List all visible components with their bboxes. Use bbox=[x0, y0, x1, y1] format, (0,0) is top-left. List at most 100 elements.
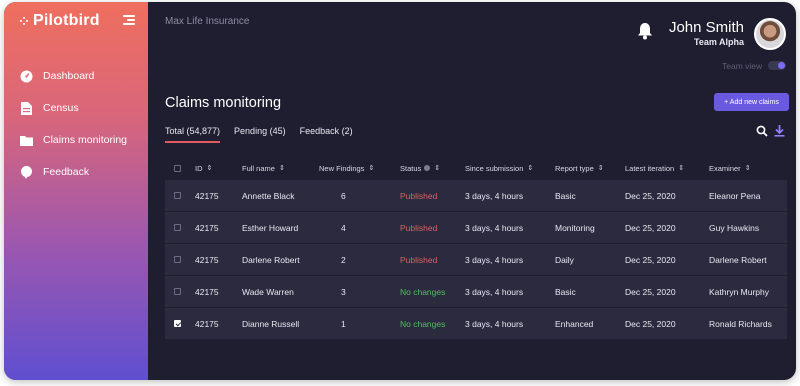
sort-icon: ⇕ bbox=[678, 165, 685, 172]
sort-icon: ⇕ bbox=[527, 165, 534, 172]
cell-id: 42175 bbox=[195, 254, 219, 265]
cell-report-type: Monitoring bbox=[555, 222, 595, 233]
sidebar-item-label: Dashboard bbox=[43, 70, 95, 82]
sort-icon: ⇕ bbox=[744, 165, 751, 172]
table-row[interactable]: 42175 Esther Howard 4 Published 3 days, … bbox=[165, 211, 787, 243]
cell-report-type: Enhanced bbox=[555, 318, 594, 329]
team-view-label: Team view bbox=[722, 61, 763, 71]
cell-full-name: Annette Black bbox=[242, 190, 295, 201]
column-header-id[interactable]: ID ⇕ bbox=[195, 157, 212, 179]
cell-full-name: Wade Warren bbox=[242, 286, 294, 297]
tab-bar: Total (54,877) Pending (45) Feedback (2) bbox=[165, 126, 367, 143]
download-icon[interactable] bbox=[774, 124, 786, 137]
row-checkbox[interactable] bbox=[174, 320, 181, 327]
cell-since-submission: 3 days, 4 hours bbox=[465, 254, 524, 265]
column-header-status[interactable]: Status ⇕ bbox=[400, 157, 440, 179]
page-title: Claims monitoring bbox=[165, 95, 282, 111]
cell-id: 42175 bbox=[195, 222, 219, 233]
cell-latest-iteration: Dec 25, 2020 bbox=[625, 286, 676, 297]
sidebar-item-label: Feedback bbox=[43, 166, 90, 178]
cell-status: Published bbox=[400, 222, 438, 233]
team-view-toggle[interactable] bbox=[768, 61, 786, 70]
cell-examiner: Kathryn Murphy bbox=[709, 286, 769, 297]
search-icon[interactable] bbox=[756, 124, 768, 137]
logo[interactable]: Pilotbird bbox=[20, 12, 100, 30]
cell-latest-iteration: Dec 25, 2020 bbox=[625, 254, 676, 265]
column-header-examiner[interactable]: Examiner ⇕ bbox=[709, 157, 751, 179]
menu-collapse-icon[interactable] bbox=[123, 15, 135, 25]
sidebar-item-claims-monitoring[interactable]: Claims monitoring bbox=[20, 124, 127, 156]
avatar[interactable] bbox=[754, 18, 786, 50]
sort-icon: ⇕ bbox=[206, 165, 213, 172]
user-team: Team Alpha bbox=[693, 37, 744, 47]
cell-report-type: Daily bbox=[555, 254, 574, 265]
column-header-latest-iteration[interactable]: Latest iteration ⇕ bbox=[625, 157, 684, 179]
row-checkbox[interactable] bbox=[174, 224, 181, 231]
sort-icon: ⇕ bbox=[278, 165, 285, 172]
user-name: John Smith bbox=[668, 19, 744, 36]
cell-new-findings: 2 bbox=[341, 254, 346, 265]
cell-new-findings: 4 bbox=[341, 222, 346, 233]
column-header-report-type[interactable]: Report type ⇕ bbox=[555, 157, 604, 179]
cell-new-findings: 6 bbox=[341, 190, 346, 201]
cell-since-submission: 3 days, 4 hours bbox=[465, 190, 524, 201]
cell-latest-iteration: Dec 25, 2020 bbox=[625, 190, 676, 201]
cell-examiner: Darlene Robert bbox=[709, 254, 767, 265]
cell-latest-iteration: Dec 25, 2020 bbox=[625, 222, 676, 233]
sidebar-item-label: Claims monitoring bbox=[43, 134, 128, 146]
cell-status: Published bbox=[400, 254, 438, 265]
table-row[interactable]: 42175 Wade Warren 3 No changes 3 days, 4… bbox=[165, 275, 787, 307]
cell-full-name: Esther Howard bbox=[242, 222, 299, 233]
logo-text: Pilotbird bbox=[33, 12, 100, 29]
sidebar-item-census[interactable]: Census bbox=[20, 92, 127, 124]
main-content: Max Life Insurance John Smith Team Alpha… bbox=[148, 2, 796, 380]
folder-icon bbox=[20, 134, 33, 147]
cell-status: No changes bbox=[400, 318, 446, 329]
sidebar: Pilotbird Dashboard Census Claims monito… bbox=[4, 2, 148, 380]
sort-icon: ⇕ bbox=[368, 165, 375, 172]
cell-since-submission: 3 days, 4 hours bbox=[465, 286, 524, 297]
select-all-checkbox[interactable] bbox=[174, 164, 181, 172]
tab-feedback[interactable]: Feedback (2) bbox=[300, 126, 353, 143]
sort-icon: ⇕ bbox=[434, 165, 441, 172]
sort-icon: ⇕ bbox=[597, 165, 604, 172]
app-window: Pilotbird Dashboard Census Claims monito… bbox=[4, 2, 796, 380]
cell-report-type: Basic bbox=[555, 190, 576, 201]
add-new-claims-button[interactable]: + Add new claims bbox=[714, 93, 789, 111]
table-header: ID ⇕ Full name ⇕ New Findings ⇕ Status ⇕ Sin… bbox=[165, 157, 787, 179]
cell-examiner: Guy Hawkins bbox=[709, 222, 760, 233]
table-row[interactable]: 42175 Darlene Robert 2 Published 3 days,… bbox=[165, 243, 787, 275]
row-checkbox[interactable] bbox=[174, 288, 181, 295]
bell-icon[interactable] bbox=[637, 22, 653, 40]
cell-examiner: Ronald Richards bbox=[709, 318, 772, 329]
tab-pending[interactable]: Pending (45) bbox=[234, 126, 286, 143]
row-checkbox[interactable] bbox=[174, 192, 181, 199]
cell-status: Published bbox=[400, 190, 438, 201]
cell-full-name: Dianne Russell bbox=[242, 318, 300, 329]
sidebar-nav: Dashboard Census Claims monitoring Feedb… bbox=[20, 60, 127, 188]
row-checkbox[interactable] bbox=[174, 256, 181, 263]
column-header-full-name[interactable]: Full name ⇕ bbox=[242, 157, 285, 179]
info-icon[interactable] bbox=[424, 165, 431, 171]
cell-status: No changes bbox=[400, 286, 446, 297]
cell-report-type: Basic bbox=[555, 286, 576, 297]
cell-latest-iteration: Dec 25, 2020 bbox=[625, 318, 676, 329]
table-row[interactable]: 42175 Dianne Russell 1 No changes 3 days… bbox=[165, 307, 787, 339]
cell-since-submission: 3 days, 4 hours bbox=[465, 318, 524, 329]
cell-new-findings: 3 bbox=[341, 286, 346, 297]
table-row[interactable]: 42175 Annette Black 6 Published 3 days, … bbox=[165, 179, 787, 211]
chat-bubble-icon bbox=[20, 165, 33, 179]
tab-total[interactable]: Total (54,877) bbox=[165, 126, 221, 143]
dashboard-icon bbox=[20, 70, 33, 83]
cell-id: 42175 bbox=[195, 318, 219, 329]
sidebar-item-dashboard[interactable]: Dashboard bbox=[20, 60, 127, 92]
claims-table: ID ⇕ Full name ⇕ New Findings ⇕ Status ⇕ Sin… bbox=[165, 157, 787, 339]
document-icon bbox=[20, 101, 33, 115]
cell-id: 42175 bbox=[195, 190, 219, 201]
cell-new-findings: 1 bbox=[341, 318, 346, 329]
column-header-new-findings[interactable]: New Findings ⇕ bbox=[319, 157, 374, 179]
cell-id: 42175 bbox=[195, 286, 219, 297]
cell-examiner: Eleanor Pena bbox=[709, 190, 761, 201]
sidebar-item-feedback[interactable]: Feedback bbox=[20, 156, 127, 188]
column-header-since-submission[interactable]: Since submission ⇕ bbox=[465, 157, 533, 179]
